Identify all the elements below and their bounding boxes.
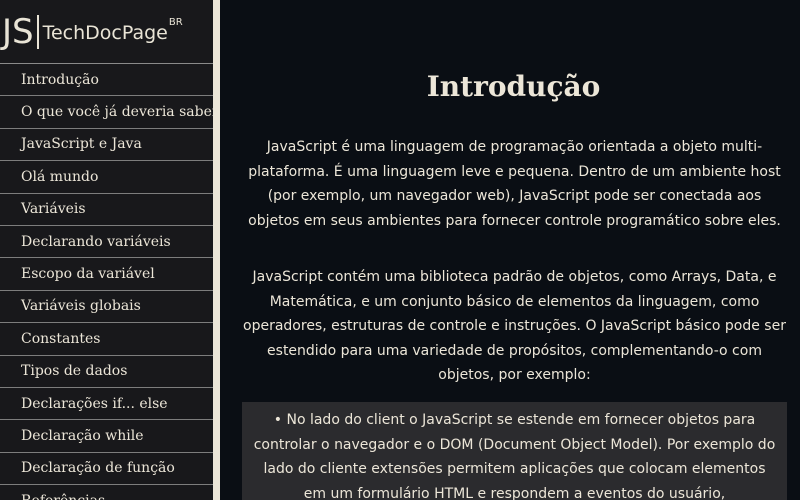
logo-superscript: BR [168, 17, 183, 28]
intro-paragraph-2: JavaScript contém uma biblioteca padrão … [243, 269, 786, 383]
sidebar-item-declarando-variaveis[interactable]: Declarando variáveis [0, 226, 213, 259]
sidebar-item-declaracao-while[interactable]: Declaração while [0, 420, 213, 453]
sidebar-nav: Introdução O que você já deveria saber J… [0, 64, 213, 500]
logo-js-mark: JS [2, 11, 34, 52]
sidebar: JS TechDocPage BR Introdução O que você … [0, 0, 213, 500]
sidebar-item-variaveis[interactable]: Variáveis [0, 194, 213, 226]
sidebar-item-declaracoes-if-else[interactable]: Declarações if... else [0, 388, 213, 421]
site-logo[interactable]: JS TechDocPage BR [0, 0, 213, 64]
sidebar-item-introducao[interactable]: Introdução [0, 64, 213, 97]
sidebar-item-constantes[interactable]: Constantes [0, 323, 213, 356]
sidebar-border [213, 0, 220, 500]
sidebar-item-ola-mundo[interactable]: Olá mundo [0, 161, 213, 194]
sidebar-item-referencias[interactable]: Referências [0, 485, 213, 500]
sidebar-item-declaracao-de-funcao[interactable]: Declaração de função [0, 453, 213, 486]
intro-paragraph-1: JavaScript é uma linguagem de programaçã… [248, 139, 781, 229]
page-title: Introdução [426, 70, 601, 103]
logo-name: TechDocPage [42, 22, 168, 44]
sidebar-item-variaveis-globais[interactable]: Variáveis globais [0, 291, 213, 324]
logo-divider [36, 14, 39, 49]
main-content: Introdução JavaScript é uma linguagem de… [220, 0, 800, 500]
sidebar-item-o-que-voce-ja-deveria-saber[interactable]: O que você já deveria saber [0, 96, 213, 129]
sidebar-item-tipos-de-dados[interactable]: Tipos de dados [0, 356, 213, 388]
sidebar-item-javascript-e-java[interactable]: JavaScript e Java [0, 129, 213, 162]
sidebar-item-escopo-da-variavel[interactable]: Escopo da variável [0, 258, 213, 291]
client-side-note: • No lado do client o JavaScript se este… [242, 402, 787, 500]
